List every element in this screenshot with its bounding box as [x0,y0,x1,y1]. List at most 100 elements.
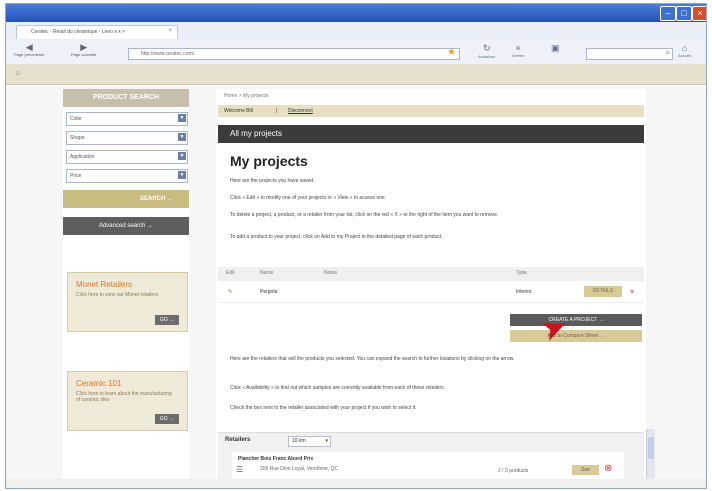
window-titlebar: – □ × [6,4,706,22]
retailer-help-text: Here are the retailers that sell the pro… [230,356,515,362]
retailer-product-count: 2 / 3 products [498,468,529,474]
arrow-right-icon: → [598,317,604,323]
edit-pencil-icon[interactable]: ✎ [228,289,232,295]
column-name: Name [260,270,274,276]
browser-tab[interactable]: Ceratec - Retail du céramique - Leno x x… [16,25,178,39]
home-icon: ⌂ [681,43,688,53]
stop-button[interactable]: × Arrêter [512,43,524,58]
chevron-down-icon: ▼ [178,114,186,122]
account-bar: Welcome Bill | Disconnect [218,105,644,117]
advanced-search-label: Advanced search [98,223,146,229]
home-label: Accueil [678,53,691,58]
product-search-title: PRODUCT SEARCH [63,89,189,107]
window-minimize-button[interactable]: – [660,6,676,21]
bookmark-star-icon[interactable]: ★ [447,47,456,58]
retailer-address: 205 Rue Dion Loyal, Vendôme, QC [260,466,339,472]
details-button[interactable]: DETAILS [584,286,622,297]
arrow-right-icon: → [169,416,174,422]
forward-label: Page suivante [71,52,97,57]
bookmark-icon[interactable]: ☼ [14,68,21,77]
store-icon: ☰ [236,465,244,474]
browser-toolbar: ◀ Page précédente ▶ Page suivante http:/… [6,40,706,65]
section-header: All my projects [218,125,644,143]
shape-select[interactable]: Shape ▼ [66,131,188,145]
remove-icon[interactable]: ⊗ [630,289,634,295]
retailers-label: Retailers [225,437,251,443]
project-type: Interior [516,289,532,295]
projects-table-header: Edit Name Notes Type [218,267,644,281]
color-select[interactable]: Color ▼ [66,112,188,126]
ceramic-101-promo: Ceramic 101 Click here to learn about th… [67,371,188,431]
refresh-label: Actualiser [478,54,496,59]
main-content: Home > My projects Welcome Bill | Discon… [216,89,646,488]
promo-go-label: GO [159,317,168,323]
monet-retailers-promo: Monet Retailers Click here to view our M… [67,272,188,332]
chevron-down-icon: ▼ [178,171,186,179]
add-help-text: To add a product to your project, click … [230,234,443,240]
browser-window: – □ × Ceratec - Retail du céramique - Le… [5,3,707,489]
search-icon: ⌕ [665,48,670,57]
chevron-down-icon: ▼ [178,133,186,141]
window-close-button[interactable]: × [692,6,706,21]
column-type: Type [516,270,527,276]
address-text: http://www.ceratec.com/ [141,51,195,57]
promo-text: Click here to view our Monet retailers [76,292,159,298]
price-select-label: Price [70,173,82,179]
sidebar-search-button[interactable]: SEARCH → [63,190,189,208]
promo-go-button[interactable]: GO → [154,414,179,424]
arrow-right-icon: → [167,196,173,202]
status-bar [6,479,706,488]
promo-go-button[interactable]: GO → [154,315,179,325]
forward-arrow-icon: ▶ [80,42,88,52]
chevron-down-icon: ▼ [178,152,186,160]
search-engine-button[interactable]: ▣ [551,43,560,54]
scrollbar-thumb[interactable] [648,437,654,459]
page-title: My projects [230,153,308,169]
tab-title: Ceratec - Retail du céramique - Leno x x… [31,29,126,35]
radius-select[interactable]: 10 km [288,436,331,447]
availability-help-text: Click « Availability » to find out which… [230,385,446,391]
retailer-see-button[interactable]: See [572,465,599,475]
search-box[interactable]: ⌕ [586,48,673,60]
search-button-label: SEARCH [139,196,166,202]
column-edit: Edit [226,270,235,276]
price-select[interactable]: Price ▼ [66,169,188,183]
welcome-label: Welcome Bill [224,108,253,114]
delete-help-text: To delete a project, a product, or a ret… [230,212,499,218]
back-button[interactable]: ◀ Page précédente [14,42,45,58]
section-title: All my projects [230,129,283,138]
tab-bar: Ceratec - Retail du céramique - Leno x x… [6,22,706,41]
promo-go-label: GO [159,416,168,422]
back-label: Page précédente [14,52,45,57]
mouse-cursor-icon: ➤ [535,306,573,349]
refresh-button[interactable]: ↻ Actualiser [478,43,496,59]
promo-text: Click here to learn about the manufactur… [76,391,172,403]
arrow-right-icon: → [147,223,154,229]
arrow-right-icon: → [169,317,174,323]
search-engine-icon: ▣ [551,43,560,53]
stop-label: Arrêter [512,53,525,58]
forward-button[interactable]: ▶ Page suivante [71,42,97,58]
promo-title: Monet Retailers [76,280,133,289]
shape-select-label: Shape [70,135,85,141]
address-bar[interactable]: http://www.ceratec.com/ [128,48,460,60]
home-button[interactable]: ⌂ Accueil [678,43,691,58]
retailer-name: Plancher Bois Franc Abord Prix [238,456,314,462]
breadcrumb: Home > My projects [224,93,269,99]
separator: | [276,108,278,114]
disconnect-link[interactable]: Disconnect [288,108,313,114]
arrow-right-icon: → [599,333,605,339]
intro-text: Here are the projects you have saved. [230,178,315,184]
color-select-label: Color [70,116,82,122]
stop-icon: × [515,43,521,53]
refresh-icon: ↻ [483,43,491,53]
application-select[interactable]: Application ▼ [66,150,188,164]
bookmarks-bar: ☼ [6,64,706,85]
back-arrow-icon: ◀ [25,42,33,52]
advanced-search-button[interactable]: Advanced search → [63,217,189,235]
compare-sheet-button[interactable]: Add to Compare Sheet → [510,330,642,342]
tab-close-icon[interactable]: × [168,28,172,34]
window-maximize-button[interactable]: □ [676,6,692,21]
create-project-button[interactable]: CREATE A PROJECT → [510,314,642,326]
remove-icon[interactable]: ⊗ [604,463,612,474]
